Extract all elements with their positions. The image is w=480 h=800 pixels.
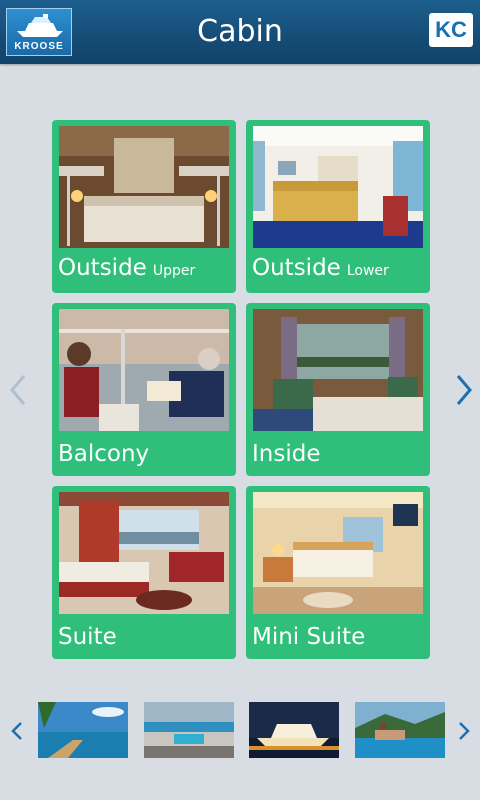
cabin-label: Balcony: [58, 440, 149, 468]
cabin-card-suite[interactable]: Suite: [52, 486, 236, 659]
cabin-label: Mini Suite: [252, 623, 365, 651]
cabin-label-main: Mini Suite: [252, 624, 366, 650]
cabin-card-outside-lower[interactable]: Outside Lower: [246, 120, 430, 293]
chevron-left-icon[interactable]: [10, 720, 24, 742]
destination-thumbnail-pool-lounge[interactable]: [355, 702, 445, 758]
destination-thumbnail-ship-night[interactable]: [249, 702, 339, 758]
destination-thumbnail-ship-deck[interactable]: [144, 702, 234, 758]
destination-strip: [0, 690, 480, 770]
page-title: Cabin: [197, 14, 283, 49]
cabin-label: Outside Upper: [58, 254, 195, 285]
cabin-label-sub: Upper: [152, 263, 196, 279]
cabin-label-main: Inside: [252, 441, 321, 467]
cabin-label-main: Suite: [58, 624, 117, 650]
cabin-photo: [59, 126, 229, 248]
cabin-label-sub: Lower: [346, 263, 389, 279]
cabin-photo: [253, 492, 423, 614]
cabin-label: Inside: [252, 440, 320, 468]
cabin-photo: [59, 309, 229, 431]
chevron-left-icon[interactable]: [6, 372, 30, 408]
cabin-card-outside-upper[interactable]: Outside Upper: [52, 120, 236, 293]
chevron-right-icon[interactable]: [452, 372, 476, 408]
cabin-photo: [253, 309, 423, 431]
cabin-photo: [253, 126, 423, 248]
cabin-card-balcony[interactable]: Balcony: [52, 303, 236, 476]
profile-button[interactable]: KC: [429, 13, 473, 47]
chevron-right-icon[interactable]: [457, 720, 471, 742]
cabin-card-inside[interactable]: Inside: [246, 303, 430, 476]
cabin-label-main: Outside: [58, 255, 147, 281]
app-header: KROOSE Cabin KC: [0, 0, 480, 64]
cabin-card-mini-suite[interactable]: Mini Suite: [246, 486, 430, 659]
cabin-label-main: Balcony: [58, 441, 150, 467]
cabin-photo: [59, 492, 229, 614]
destination-thumbnail-beach-pier[interactable]: [38, 702, 128, 758]
cabin-grid: Outside Upper Outside Lower Balcony Insi…: [52, 120, 430, 660]
cabin-label-main: Outside: [252, 255, 341, 281]
cabin-label: Outside Lower: [252, 254, 389, 285]
cabin-label: Suite: [58, 623, 117, 651]
